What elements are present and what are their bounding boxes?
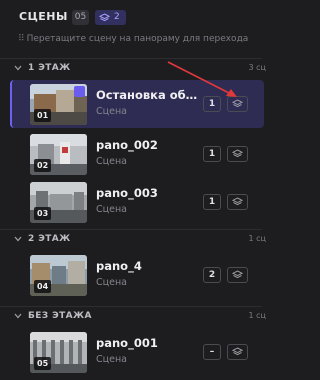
scene-row[interactable]: 02 pano_002 Сцена 1	[0, 130, 262, 178]
scene-row[interactable]: 04 pano_4 Сцена 2	[0, 251, 262, 299]
chevron-down-icon	[14, 65, 22, 71]
floor-group-count: 1 сц	[248, 311, 266, 320]
scene-number: 04	[34, 280, 52, 293]
scene-thumbnail: 03	[30, 182, 87, 223]
hotspot-count-badge: –	[203, 344, 221, 360]
floors-count-badge[interactable]: 2	[95, 10, 126, 25]
panel-title: СЦЕНЫ	[19, 10, 68, 23]
chevron-down-icon	[14, 236, 22, 242]
assign-floor-button[interactable]	[227, 146, 248, 162]
assign-floor-button[interactable]	[227, 267, 248, 283]
hotspot-count-badge: 2	[203, 267, 221, 283]
scene-name: pano_002	[96, 138, 158, 152]
floor-group-count: 3 сц	[248, 63, 266, 72]
layers-icon	[232, 149, 243, 158]
scene-subtitle: Сцена	[96, 277, 127, 288]
scene-subtitle: Сцена	[96, 204, 127, 215]
scene-name: Остановка об…	[96, 88, 198, 102]
layers-icon	[232, 197, 243, 206]
scene-thumbnail: 01	[30, 84, 87, 125]
scene-number: 03	[34, 207, 52, 220]
chevron-down-icon	[14, 313, 22, 319]
drag-hint: ⠿ Перетащите сцену на панораму для перехо…	[18, 34, 262, 44]
hotspot-count-badge: 1	[203, 96, 221, 112]
assign-floor-button[interactable]	[227, 194, 248, 210]
scene-number: 01	[34, 109, 52, 122]
scene-subtitle: Сцена	[96, 354, 127, 365]
scene-name: pano_003	[96, 186, 158, 200]
drag-grip-icon: ⠿	[18, 34, 25, 44]
scenes-panel-header: СЦЕНЫ 05 2	[0, 0, 262, 34]
hotspot-count-badge: 1	[203, 194, 221, 210]
floor-group-header-2[interactable]: 2 ЭТАЖ 1 сц	[0, 229, 266, 250]
layers-icon	[99, 13, 110, 22]
floor-group-name: 1 ЭТАЖ	[28, 63, 71, 73]
scene-thumbnail: 05	[30, 332, 87, 373]
scene-row-selected[interactable]: 01 Остановка об… Сцена 1	[10, 80, 264, 128]
scene-row[interactable]: 05 pano_001 Сцена –	[0, 328, 262, 376]
scene-number: 02	[34, 159, 52, 172]
floor-group-header-1[interactable]: 1 ЭТАЖ 3 сц	[0, 58, 266, 79]
floor-group-count: 1 сц	[248, 234, 266, 243]
floors-count: 2	[114, 12, 120, 22]
scene-name: pano_001	[96, 336, 158, 350]
scene-count-badge: 05	[72, 10, 89, 25]
floor-group-name: БЕЗ ЭТАЖА	[28, 311, 92, 321]
drag-hint-text: Перетащите сцену на панораму для переход…	[26, 34, 249, 44]
hotspot-count-badge: 1	[203, 146, 221, 162]
layers-icon	[232, 270, 243, 279]
scene-number: 05	[34, 357, 52, 370]
layers-icon	[232, 347, 243, 356]
floor-group-header-none[interactable]: БЕЗ ЭТАЖА 1 сц	[0, 306, 266, 327]
scene-subtitle: Сцена	[96, 156, 127, 167]
scene-thumbnail: 02	[30, 134, 87, 175]
scene-subtitle: Сцена	[96, 106, 127, 117]
scene-thumbnail: 04	[30, 255, 87, 296]
scene-row[interactable]: 03 pano_003 Сцена 1	[0, 178, 262, 226]
layers-icon	[232, 99, 243, 108]
scene-name: pano_4	[96, 259, 142, 273]
floor-group-name: 2 ЭТАЖ	[28, 234, 71, 244]
assign-floor-button[interactable]	[227, 344, 248, 360]
panorama-icon	[74, 86, 85, 97]
assign-floor-button[interactable]	[227, 96, 248, 112]
